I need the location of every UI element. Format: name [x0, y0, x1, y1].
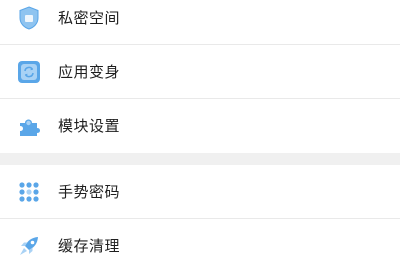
menu-item-gesture-password[interactable]: 手势密码 [0, 165, 400, 218]
settings-screen: 私密空间 应用变身 模块设置 手势密码 缓存清理 [0, 0, 400, 266]
menu-item-label: 手势密码 [58, 183, 121, 201]
menu-item-app-disguise[interactable]: 应用变身 [0, 45, 400, 98]
gesture-dots-icon [16, 179, 42, 205]
menu-item-label: 应用变身 [58, 63, 121, 81]
menu-item-label: 模块设置 [58, 117, 121, 135]
menu-item-label: 缓存清理 [58, 237, 121, 255]
puzzle-icon [16, 113, 42, 139]
menu-item-module-settings[interactable]: 模块设置 [0, 99, 400, 152]
shield-private-icon [16, 5, 42, 31]
menu-item-cache-cleanup[interactable]: 缓存清理 [0, 219, 400, 266]
app-disguise-icon [16, 59, 42, 85]
menu-item-private-space[interactable]: 私密空间 [0, 0, 400, 44]
rocket-icon [16, 233, 42, 259]
menu-item-label: 私密空间 [58, 9, 121, 27]
section-separator [0, 153, 400, 165]
